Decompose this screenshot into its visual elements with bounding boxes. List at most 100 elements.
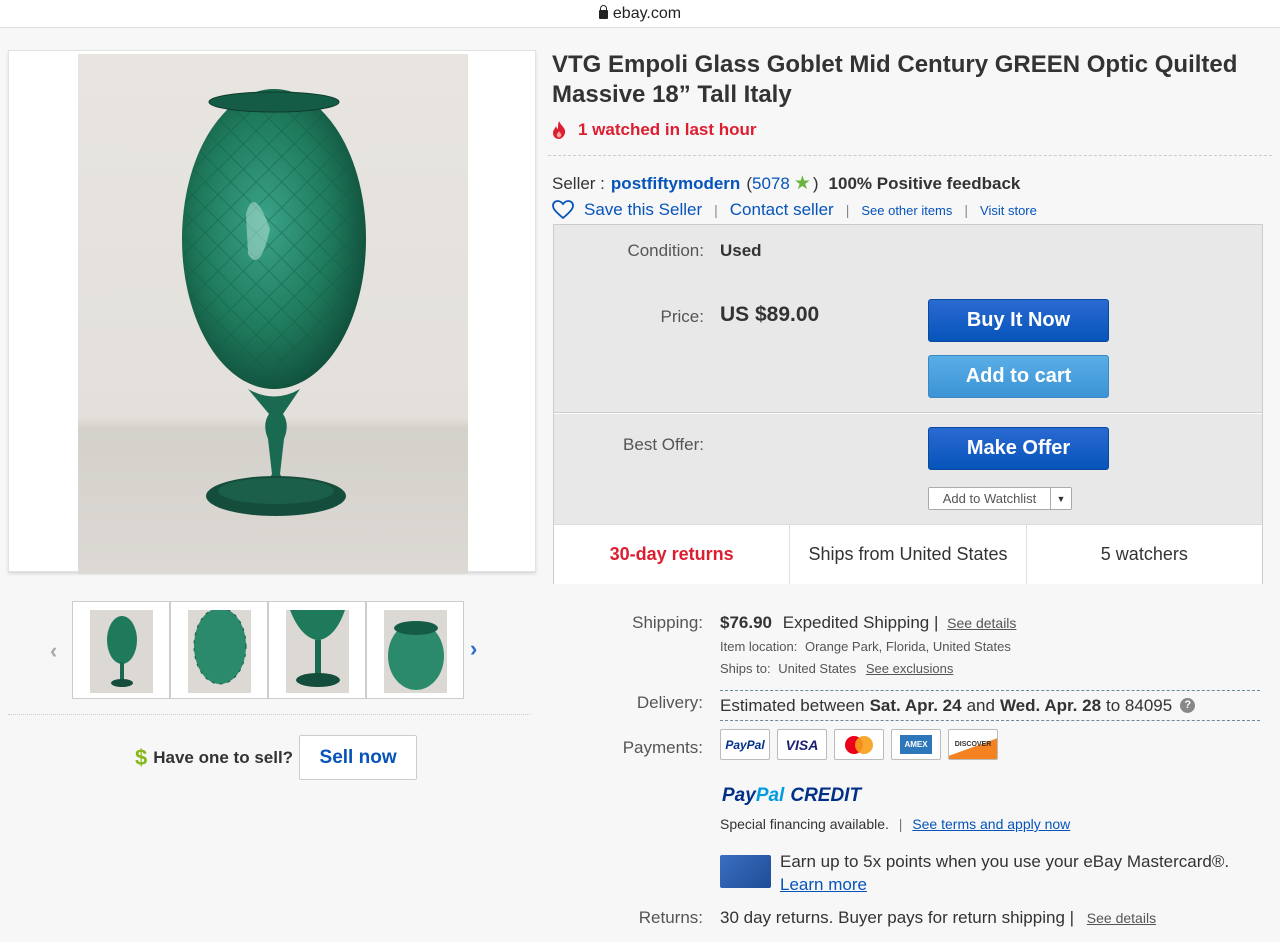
thumbnail-image	[90, 610, 153, 693]
thumbnail-2[interactable]	[170, 601, 268, 699]
returns-summary: 30-day returns	[554, 525, 791, 584]
delivery-and: and	[966, 695, 995, 715]
thumbnail-strip: ‹ ›	[40, 601, 500, 701]
ships-from-summary: Ships from United States	[790, 525, 1027, 584]
condition-label: Condition:	[627, 241, 704, 260]
chevron-down-icon[interactable]: ▼	[1050, 488, 1071, 509]
financing-text: Special financing available.	[720, 816, 889, 832]
ebay-mastercard-icon	[720, 855, 771, 888]
thumbnail-prev-icon[interactable]: ‹	[50, 638, 57, 664]
address-bar[interactable]: ebay.com	[0, 0, 1280, 28]
condition-value: Used	[720, 241, 762, 260]
thumbnail-3[interactable]	[268, 601, 366, 699]
main-product-photo[interactable]	[78, 54, 468, 574]
returns-label: Returns:	[638, 908, 703, 927]
positive-feedback: 100% Positive feedback	[828, 173, 1021, 193]
seller-name-link[interactable]: postfiftymodern	[611, 174, 740, 194]
sell-prompt: $ Have one to sell? Sell now	[135, 735, 418, 780]
add-to-cart-button[interactable]: Add to cart	[928, 355, 1109, 398]
thumbnail-4[interactable]	[366, 601, 464, 699]
buy-box: Condition: Used Price: US $89.00 Buy It …	[553, 224, 1263, 584]
contact-seller-link[interactable]: Contact seller	[730, 200, 834, 220]
lock-icon	[598, 5, 608, 19]
make-offer-button[interactable]: Make Offer	[928, 427, 1109, 470]
payment-methods: PayPal VISA AMEX DISCOVER	[720, 729, 1005, 760]
seller-info: Seller : postfiftymodern ( 5078 ★ ) 100%…	[552, 172, 1020, 195]
item-location-label: Item location:	[720, 639, 798, 654]
ships-to-label: Ships to:	[720, 661, 771, 676]
price-value: US $89.00	[720, 303, 820, 326]
thumbnail-1[interactable]	[72, 601, 170, 699]
shipping-label: Shipping:	[632, 613, 703, 632]
price-label: Price:	[660, 307, 704, 326]
see-other-items-link[interactable]: See other items	[861, 203, 952, 218]
save-seller-link[interactable]: Save this Seller	[584, 200, 702, 220]
mastercard-promo: Earn up to 5x points when you use your e…	[780, 852, 1230, 871]
heart-icon[interactable]	[552, 200, 574, 220]
shipping-cost: $76.90	[720, 613, 772, 632]
seller-prefix: Seller :	[552, 173, 605, 193]
shipping-method: Expedited Shipping	[782, 613, 930, 632]
delivery-end: Wed. Apr. 28	[999, 695, 1102, 715]
buy-box-summary: 30-day returns Ships from United States …	[554, 524, 1262, 584]
ships-to: United States	[778, 661, 857, 676]
pipe: |	[898, 816, 903, 832]
learn-more-link[interactable]: Learn more	[780, 875, 867, 895]
amex-label: AMEX	[900, 735, 932, 754]
see-terms-link[interactable]: See terms and apply now	[912, 816, 1070, 832]
feedback-score-link[interactable]: 5078	[752, 174, 790, 194]
delivery-prefix: Estimated between	[720, 695, 865, 715]
main-image-frame[interactable]	[8, 50, 536, 574]
shipping-line: $76.90 Expedited Shipping | See details	[720, 613, 1016, 633]
see-exclusions-link[interactable]: See exclusions	[866, 661, 953, 676]
item-title: VTG Empoli Glass Goblet Mid Century GREE…	[552, 51, 1238, 108]
delivery-label: Delivery:	[636, 693, 703, 712]
watch-alert: 1 watched in last hour	[552, 120, 757, 140]
sell-question: Have one to sell?	[153, 747, 294, 767]
returns-details-link[interactable]: See details	[1087, 910, 1156, 926]
paypal-credit-a: Pay	[722, 785, 756, 806]
delivery-zip: to 84095	[1106, 695, 1173, 715]
shipping-details-link[interactable]: See details	[947, 615, 1016, 631]
buy-it-now-button[interactable]: Buy It Now	[928, 299, 1109, 342]
returns-text: 30 day returns. Buyer pays for return sh…	[720, 908, 1065, 927]
watchers-summary: 5 watchers	[1100, 544, 1188, 564]
flame-icon	[553, 121, 566, 139]
thumbnail-image	[384, 610, 447, 693]
divider	[548, 155, 1272, 156]
paypal-credit-logo: PayPal CREDIT	[722, 785, 861, 807]
watchlist-label: Add to Watchlist	[942, 491, 1037, 506]
financing-line: Special financing available. | See terms…	[720, 816, 1070, 832]
best-offer-label: Best Offer:	[623, 435, 704, 454]
ships-to-line: Ships to: United States See exclusions	[720, 661, 953, 676]
item-location-line: Item location: Orange Park, Florida, Uni…	[720, 639, 1011, 654]
divider	[554, 413, 1262, 414]
paypal-credit-b: Pal	[755, 785, 785, 806]
discover-icon: DISCOVER	[948, 729, 998, 760]
seller-links: Save this Seller | Contact seller | See …	[552, 200, 1037, 220]
add-to-watchlist-button[interactable]: Add to Watchlist ▼	[928, 487, 1072, 510]
visit-store-link[interactable]: Visit store	[980, 203, 1037, 218]
mastercard-icon	[834, 729, 884, 760]
sell-now-button[interactable]: Sell now	[299, 735, 418, 780]
dollar-icon: $	[135, 744, 148, 770]
star-icon: ★	[793, 173, 811, 194]
payments-label: Payments:	[622, 738, 703, 757]
paypal-icon: PayPal	[720, 729, 770, 760]
help-icon[interactable]: ?	[1180, 698, 1196, 713]
thumbnail-next-icon[interactable]: ›	[470, 636, 477, 662]
url-text: ebay.com	[612, 4, 682, 22]
visa-icon: VISA	[777, 729, 827, 760]
close-paren: )	[812, 173, 819, 193]
divider	[8, 714, 530, 715]
delivery-start: Sat. Apr. 24	[869, 695, 962, 715]
item-location: Orange Park, Florida, United States	[804, 639, 1011, 654]
thumbnail-image	[188, 610, 251, 693]
watch-alert-text: 1 watched in last hour	[578, 120, 757, 139]
paypal-credit-c: CREDIT	[790, 785, 862, 806]
pipe: |	[1069, 908, 1075, 927]
pipe: |	[933, 613, 939, 632]
returns-line: 30 day returns. Buyer pays for return sh…	[720, 908, 1156, 928]
thumbnail-image	[286, 610, 349, 693]
delivery-estimate: Estimated between Sat. Apr. 24 and Wed. …	[720, 690, 1260, 721]
